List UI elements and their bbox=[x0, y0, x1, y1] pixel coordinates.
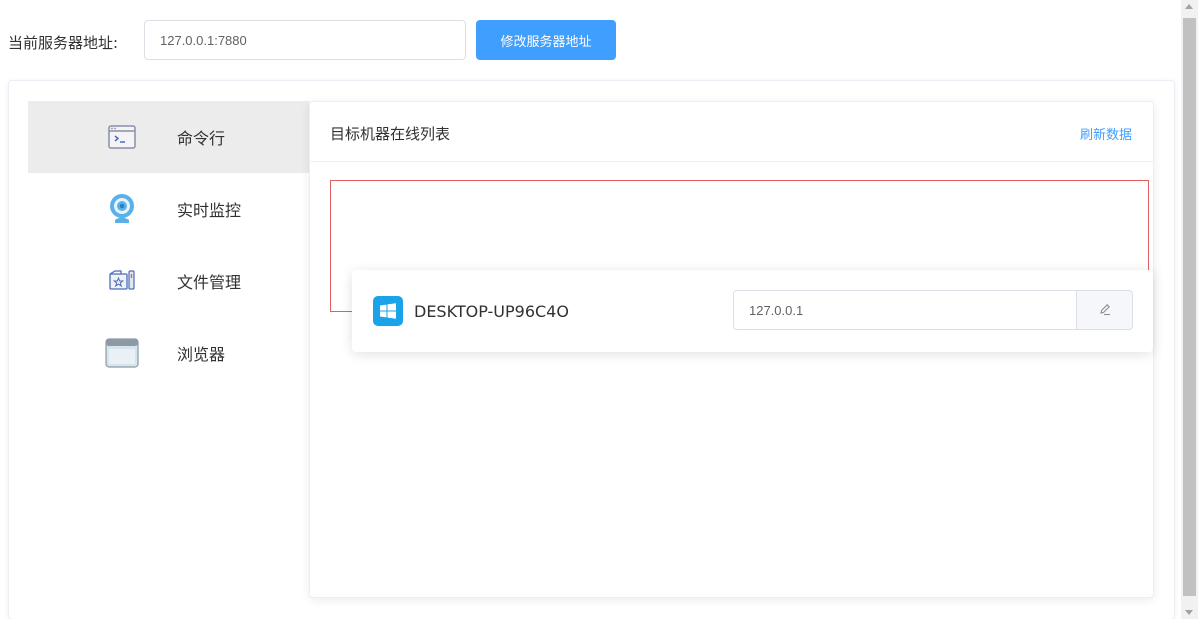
sidebar-item-terminal[interactable]: 命令行 bbox=[28, 101, 309, 173]
sidebar-item-label: 文件管理 bbox=[177, 273, 242, 292]
machine-name: DESKTOP-UP96C4O bbox=[414, 302, 569, 321]
machine-ip-group bbox=[733, 290, 1133, 330]
refresh-button[interactable]: 刷新数据 bbox=[1080, 124, 1132, 143]
terminal-icon bbox=[102, 117, 142, 157]
vertical-scrollbar[interactable] bbox=[1181, 0, 1198, 619]
sidebar-item-monitor[interactable]: 实时监控 bbox=[28, 173, 309, 245]
machine-list-panel: 目标机器在线列表 刷新数据 DESKTOP-UP96C4O bbox=[309, 101, 1154, 598]
machine-ip-input[interactable] bbox=[733, 290, 1076, 330]
pencil-icon bbox=[1098, 301, 1112, 320]
panel-title: 目标机器在线列表 bbox=[330, 125, 451, 143]
machine-card[interactable]: DESKTOP-UP96C4O bbox=[352, 270, 1153, 352]
sidebar-item-label: 浏览器 bbox=[177, 345, 226, 364]
change-server-button[interactable]: 修改服务器地址 bbox=[476, 20, 616, 60]
scrollbar-thumb[interactable] bbox=[1183, 18, 1196, 596]
edit-ip-button[interactable] bbox=[1076, 290, 1133, 330]
webcam-icon bbox=[102, 189, 142, 229]
panel-header: 目标机器在线列表 刷新数据 bbox=[310, 102, 1153, 162]
browser-window-icon bbox=[102, 333, 142, 373]
sidebar: 命令行 实时监控 文件管理 浏览器 bbox=[28, 101, 309, 389]
sidebar-item-label: 实时监控 bbox=[177, 201, 242, 220]
sidebar-item-files[interactable]: 文件管理 bbox=[28, 245, 309, 317]
selection-highlight: DESKTOP-UP96C4O bbox=[330, 180, 1153, 352]
sidebar-item-label: 命令行 bbox=[177, 129, 226, 148]
server-address-input[interactable] bbox=[144, 20, 466, 60]
file-manager-icon bbox=[102, 261, 142, 301]
scroll-up-arrow-icon[interactable] bbox=[1185, 4, 1193, 9]
server-address-label: 当前服务器地址: bbox=[8, 34, 119, 52]
sidebar-item-browser[interactable]: 浏览器 bbox=[28, 317, 309, 389]
scroll-down-arrow-icon[interactable] bbox=[1185, 610, 1193, 615]
windows-logo-icon bbox=[373, 296, 403, 326]
